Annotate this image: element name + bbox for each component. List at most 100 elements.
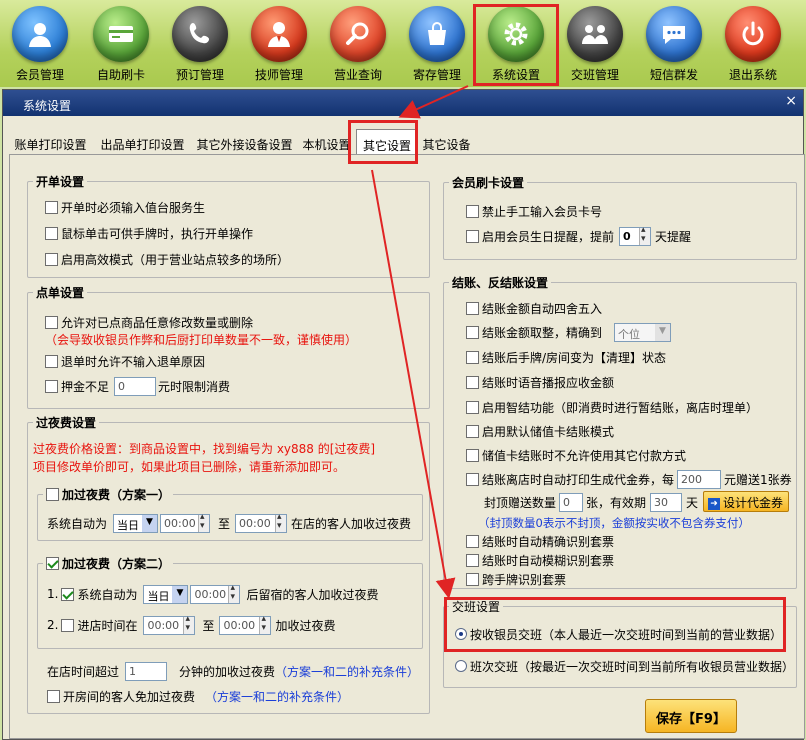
plan2-title[interactable]: 加过夜费（方案二） [43,555,174,572]
plan1-row: 系统自动为 当日▼ 00:00 至 00:00 在店的客人加收过夜费 [47,512,411,533]
toolbar-technician[interactable]: 技师管理 [239,2,319,86]
precision-select[interactable]: 个位 ▼ [614,322,672,342]
toolbar-sms[interactable]: 短信群发 [634,2,714,86]
checkbox[interactable] [466,229,479,243]
group-title: 过夜费设置 [33,414,100,431]
toolbar-exit[interactable]: 退出系统 [713,2,793,86]
smart-checkout-option[interactable]: 启用智结功能（即消费时进行暂结账，离店时理单） [466,397,758,417]
click-open-option[interactable]: 鼠标单击可供手牌时，执行开单操作 [45,223,253,243]
main-toolbar: 会员管理 自助刷卡 预订管理 技师管理 营业查询 寄存管理 系统设置 交班管理 … [0,0,806,87]
shift-by-shift-option[interactable]: 班次交班（按最近一次交班时间到当前所有收银员营业数据） [455,656,794,676]
time-value: 00:00 [223,618,256,632]
checkbox[interactable] [466,572,479,586]
tab-other-device[interactable]: 其它设备 [420,131,473,155]
truncate-option[interactable]: 结账金额取整，精确到 个位 ▼ [466,322,672,342]
checkbox[interactable] [45,354,58,368]
option-label: 结账时自动模糊识别套票 [482,553,615,568]
radio-button[interactable] [455,660,467,672]
checkbox[interactable] [45,252,58,266]
checkbox[interactable] [466,204,479,218]
toolbar-label: 寄存管理 [412,68,461,82]
coupon-amount-input[interactable]: 200 [677,469,722,489]
option-label: 禁止手工输入会员卡号 [482,204,603,219]
option-label: 开房间的客人免加过夜费 [63,689,196,704]
plan1-from-time[interactable]: 00:00 [160,512,211,533]
plan2-r2-to[interactable]: 00:00 [219,614,272,635]
precise-ticket-option[interactable]: 结账时自动精确识别套票 [466,531,614,551]
valid-days-input[interactable]: 30 [650,492,683,512]
efficient-mode-option[interactable]: 启用高效模式（用于营业站点较多的场所） [45,249,289,269]
no-reason-option[interactable]: 退单时允许不输入退单原因 [45,351,205,371]
checkbox[interactable] [466,553,479,567]
plan1-to-time[interactable]: 00:00 [235,512,288,533]
toolbar-storage[interactable]: 寄存管理 [397,2,477,86]
cross-ticket-option[interactable]: 跨手牌识别套票 [466,569,566,589]
toolbar-member[interactable]: 会员管理 [0,2,80,86]
option-label: 启用高效模式（用于营业站点较多的场所） [61,252,290,267]
checkbox[interactable] [61,618,75,632]
require-waiter-option[interactable]: 开单时必须输入值台服务生 [45,197,205,217]
checkbox[interactable] [466,325,479,339]
checkbox[interactable] [45,200,58,214]
checkbox[interactable] [466,472,479,486]
spinner-icon[interactable] [198,512,210,532]
checkbox[interactable] [45,226,58,240]
option-label: 开单时必须输入值台服务生 [61,200,206,215]
close-icon[interactable]: × [785,93,797,109]
toolbar-reserve[interactable]: 预订管理 [160,2,240,86]
checkbox[interactable] [45,315,58,329]
tab-bill-print[interactable]: 账单打印设置 [9,131,92,155]
tab-local[interactable]: 本机设置 [299,131,354,155]
checkbox[interactable] [466,350,479,364]
spinner-icon[interactable] [275,512,287,532]
plan2-row1: 1. 系统自动为 当日▼ 00:00 后留宿的客人加收过夜费 [47,583,378,604]
save-button[interactable]: 保存【F9】 [645,699,737,733]
deposit-input[interactable]: 0 [114,376,157,396]
fuzzy-ticket-option[interactable]: 结账时自动模糊识别套票 [466,550,614,570]
plan2-r2-from[interactable]: 00:00 [143,614,196,635]
no-manual-card-option[interactable]: 禁止手工输入会员卡号 [466,201,602,221]
checkbox[interactable] [466,301,479,315]
spinner-icon[interactable] [639,225,651,245]
plan2-day-select[interactable]: 当日 ▼ [143,584,189,604]
plan1-title[interactable]: 加过夜费（方案一） [43,486,174,503]
option-label: 结账离店时自动打印生成代金券，每 [482,472,675,487]
checkbox[interactable] [47,689,60,703]
spinner-icon[interactable] [183,614,195,634]
time-value: 00:00 [147,618,180,632]
checkbox[interactable] [466,400,479,414]
toolbar-card[interactable]: 自助刷卡 [81,2,161,86]
deposit-option[interactable]: 押金不足 0 元时限制消费 [45,376,230,396]
stay-minutes-input[interactable]: 1 [125,661,168,681]
coupon-option[interactable]: 结账离店时自动打印生成代金券，每 200 元赠送1张券 [466,469,792,489]
checkbox[interactable] [46,557,59,570]
round-option[interactable]: 结账金额自动四舍五入 [466,298,602,318]
spinner-icon[interactable] [259,614,271,634]
checkbox[interactable] [45,379,58,393]
checkbox[interactable] [466,375,479,389]
birthday-option[interactable]: 启用会员生日提醒，提前 0 天提醒 [466,225,691,246]
toolbar-handover[interactable]: 交班管理 [555,2,635,86]
option-label: 班次交班（按最近一次交班时间到当前所有收银员营业数据） [470,659,795,674]
plan2-r1-time[interactable]: 00:00 [190,583,241,604]
design-coupon-button[interactable]: ➜ 设计代金券 [703,491,789,512]
tab-external-device[interactable]: 其它外接设备设置 [193,131,296,155]
room-free-option[interactable]: 开房间的客人免加过夜费 （方案一和二的补充条件） [47,686,349,706]
checkbox[interactable] [466,448,479,462]
voice-option[interactable]: 结账时语音播报应收金额 [466,372,614,392]
row-number: 2. [47,618,59,632]
tab-product-print[interactable]: 出品单打印设置 [96,131,189,155]
clean-status-option[interactable]: 结账后手牌/房间变为【清理】状态 [466,347,666,367]
checkbox[interactable] [466,534,479,548]
toolbar-label: 自助刷卡 [96,68,145,82]
plan1-day-select[interactable]: 当日 ▼ [113,513,159,533]
no-other-payment-option[interactable]: 储值卡结账时不允许使用其它付款方式 [466,445,686,465]
checkbox[interactable] [466,424,479,438]
spinner-icon[interactable] [228,583,240,603]
default-card-option[interactable]: 启用默认储值卡结账模式 [466,421,614,441]
cap-input[interactable]: 0 [559,492,584,512]
checkbox[interactable] [61,587,75,601]
birthday-days-input[interactable]: 0 [619,225,652,246]
checkbox[interactable] [46,488,59,501]
toolbar-query[interactable]: 营业查询 [318,2,398,86]
